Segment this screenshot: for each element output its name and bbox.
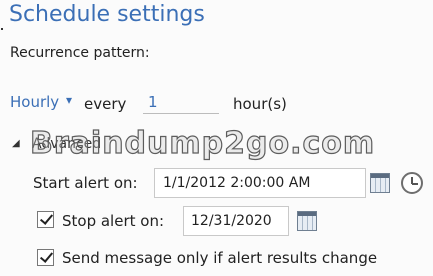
calendar-icon[interactable] bbox=[370, 173, 390, 193]
send-message-checkbox[interactable] bbox=[37, 249, 54, 266]
interval-unit-label: hour(s) bbox=[233, 95, 287, 113]
every-label: every bbox=[84, 95, 127, 113]
every-interval-input[interactable] bbox=[143, 90, 219, 114]
stray-dot bbox=[1, 28, 3, 30]
frequency-dropdown[interactable]: Hourly bbox=[10, 93, 59, 111]
calendar-icon[interactable] bbox=[297, 211, 317, 231]
send-message-label: Send message only if alert results chang… bbox=[62, 249, 378, 267]
stop-alert-checkbox[interactable] bbox=[37, 211, 54, 228]
start-alert-label: Start alert on: bbox=[33, 174, 138, 192]
stop-alert-input[interactable] bbox=[183, 206, 289, 236]
watermark: Braindump2go.com bbox=[29, 125, 376, 161]
chevron-down-icon[interactable]: ▾ bbox=[66, 93, 72, 107]
clock-icon[interactable] bbox=[401, 172, 423, 194]
recurrence-pattern-label: Recurrence pattern: bbox=[10, 45, 150, 61]
start-alert-input[interactable] bbox=[154, 168, 366, 198]
page-title: Schedule settings bbox=[9, 2, 205, 27]
stop-alert-label: Stop alert on: bbox=[62, 212, 165, 230]
expand-triangle-icon[interactable]: ◢ bbox=[12, 138, 20, 149]
